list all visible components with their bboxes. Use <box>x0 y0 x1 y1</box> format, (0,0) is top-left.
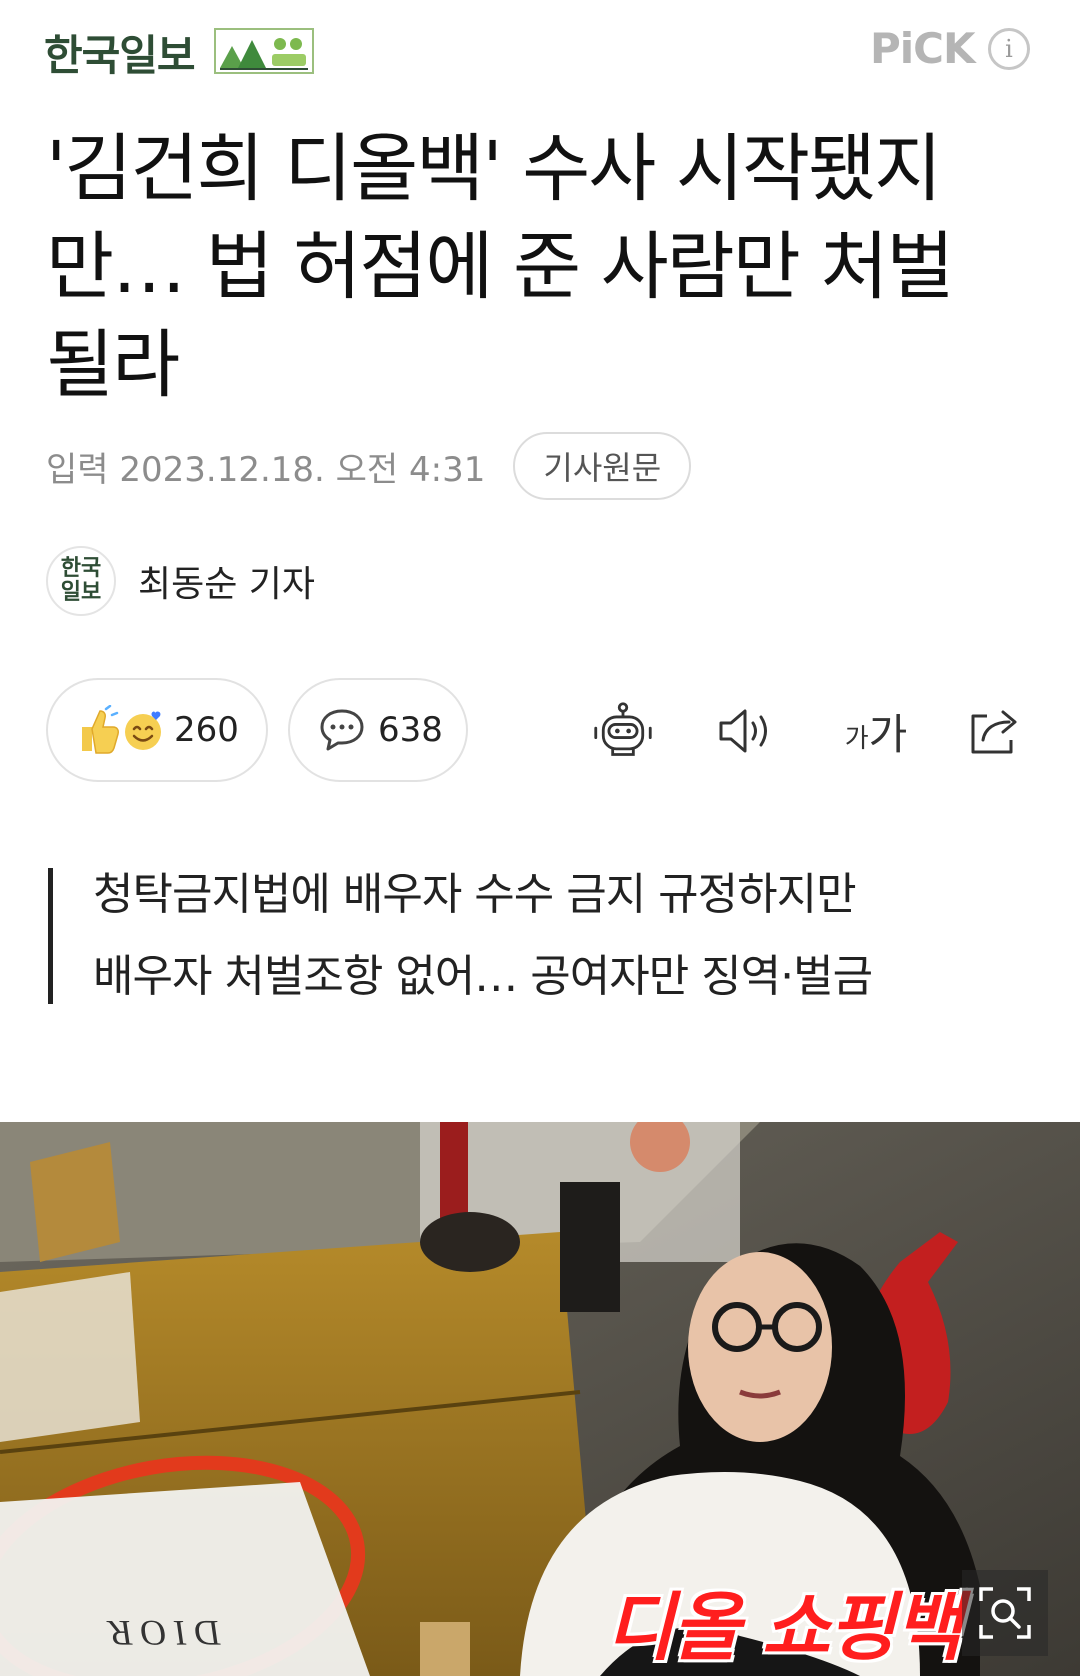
press-avatar-line: 한국 <box>60 556 102 581</box>
comment-count: 638 <box>378 710 443 750</box>
expand-icon <box>979 1587 1031 1639</box>
expand-photo-button[interactable] <box>962 1570 1048 1656</box>
photo-box-text: DIOR <box>97 1613 223 1653</box>
reaction-count: 260 <box>174 710 239 750</box>
press-badge-icon <box>214 28 314 74</box>
article-actions: 260 638 가 가 <box>46 678 1036 784</box>
pick-label: PiCK <box>870 24 976 73</box>
press-logo-text[interactable]: 한국일보 <box>44 22 196 83</box>
press-avatar-line: 일보 <box>60 580 102 605</box>
share-icon <box>971 710 1017 754</box>
article-meta: 입력 2023.12.18. 오전 4:31 기사원문 <box>46 432 692 500</box>
reaction-button[interactable]: 260 <box>46 678 268 782</box>
comment-icon <box>320 709 364 751</box>
original-article-button[interactable]: 기사원문 <box>513 432 692 500</box>
publish-date: 입력 2023.12.18. 오전 4:31 <box>46 449 486 490</box>
reporter-row[interactable]: 한국 일보 최동순 기자 <box>46 546 315 616</box>
article-subtitle: 청탁금지법에 배우자 수수 금지 규정하지만 배우자 처벌조항 없어… 공여자만… <box>48 868 873 1004</box>
app-header: 한국일보 PiCK i <box>0 0 1080 105</box>
reporter-name[interactable]: 최동순 기자 <box>138 555 315 607</box>
title-line: 만… 법 허점에 준 사람만 처벌 <box>46 224 955 310</box>
share-button[interactable] <box>964 700 1026 762</box>
title-line: 될라 <box>46 322 180 408</box>
summary-bot-icon <box>594 702 652 756</box>
subtitle-line: 청탁금지법에 배우자 수수 금지 규정하지만 <box>93 869 857 920</box>
speaker-icon <box>719 709 767 753</box>
font-size-button[interactable]: 가 가 <box>836 700 916 762</box>
article-title: '김건희 디올백' 수사 시작됐지 만… 법 허점에 준 사람만 처벌 될라 <box>46 120 1006 414</box>
subtitle-line: 배우자 처벌조항 없어… 공여자만 징역·벌금 <box>93 951 873 1002</box>
font-size-icon: 가 <box>844 723 869 754</box>
press-avatar[interactable]: 한국 일보 <box>46 546 116 616</box>
info-icon: i <box>1005 35 1013 63</box>
info-button[interactable]: i <box>988 28 1030 70</box>
comment-button[interactable]: 638 <box>288 678 468 782</box>
smile-icon <box>125 711 161 750</box>
thumbs-up-icon <box>82 705 119 754</box>
summary-bot-button[interactable] <box>592 700 654 762</box>
title-line: '김건희 디올백' 수사 시작됐지 <box>46 126 942 212</box>
photo-caption-overlay: 디올 쇼핑백 <box>606 1585 962 1671</box>
read-aloud-button[interactable] <box>716 700 778 762</box>
font-size-icon-large: 가 <box>868 709 908 759</box>
